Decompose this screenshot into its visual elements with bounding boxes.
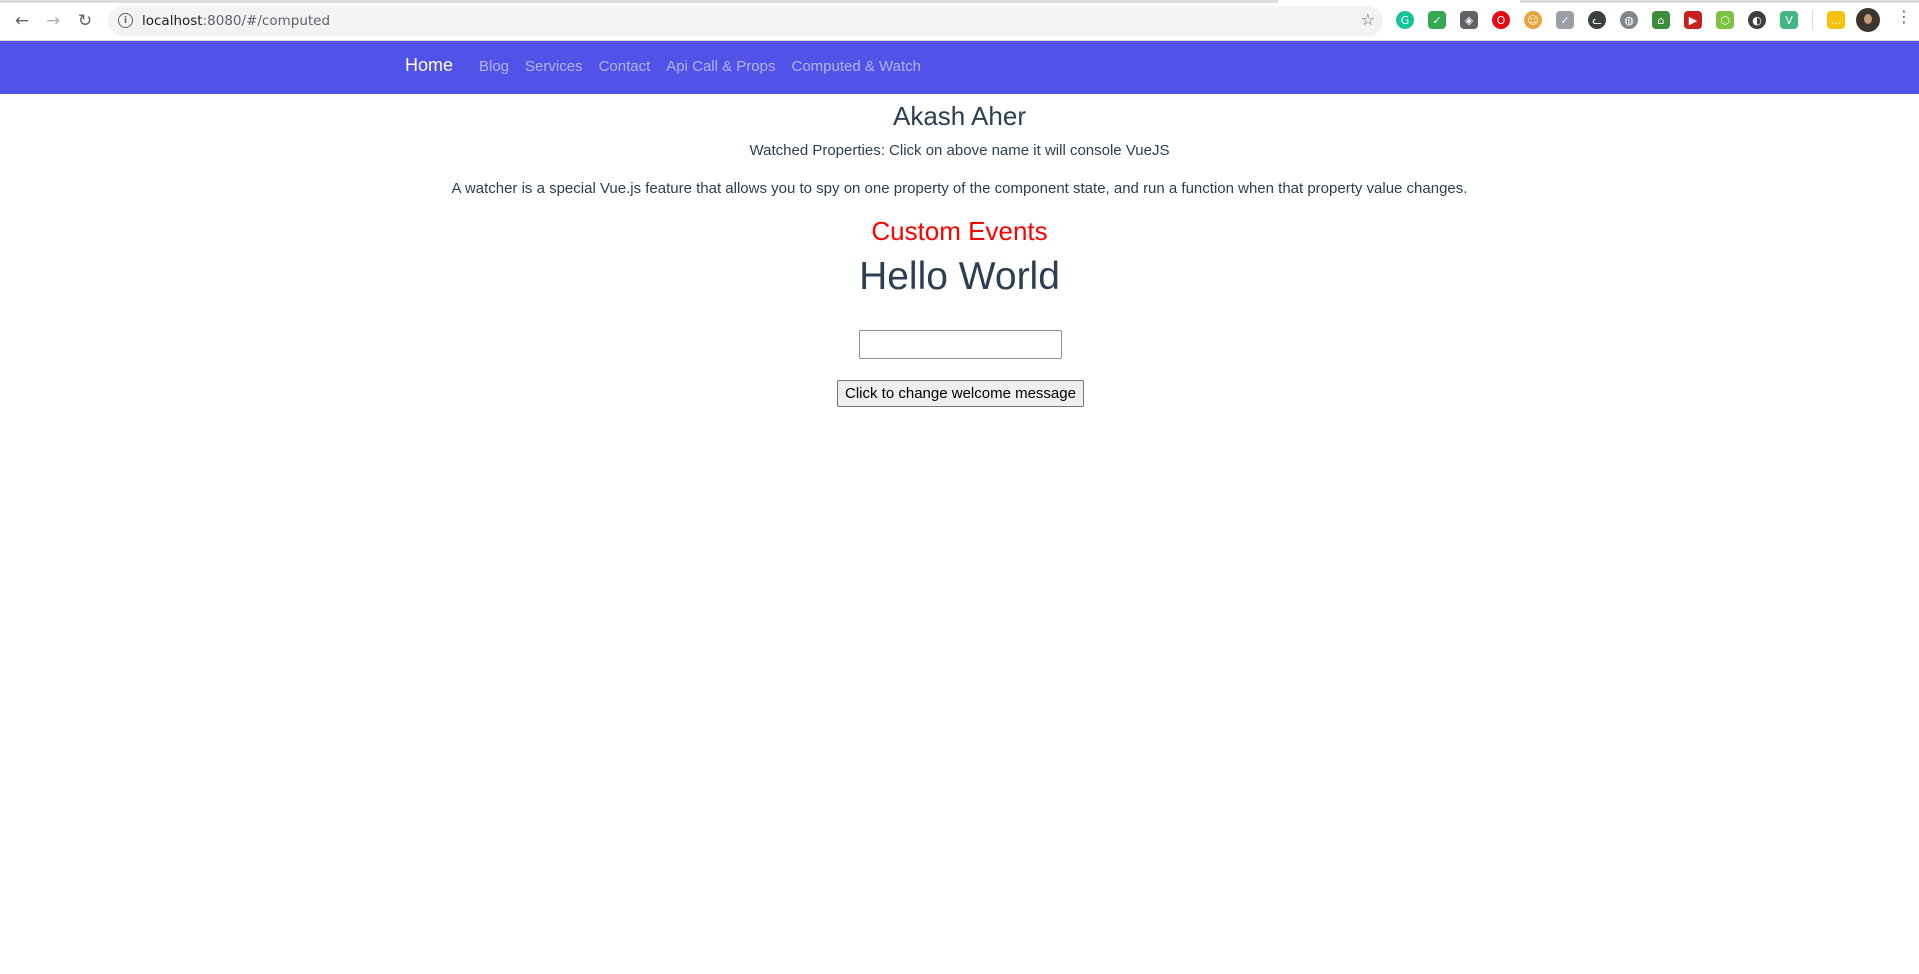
url-path: :8080/#/computed [202, 13, 331, 29]
info-icon[interactable]: i [118, 13, 133, 28]
back-icon[interactable]: ← [9, 8, 35, 34]
chat-icon[interactable]: … [1827, 11, 1845, 29]
watcher-description: A watcher is a special Vue.js feature th… [451, 180, 1468, 197]
check-icon[interactable]: ✓ [1556, 11, 1574, 29]
message-input[interactable] [859, 330, 1062, 359]
globe-icon[interactable]: ◍ [1620, 11, 1638, 29]
emoji-icon[interactable]: ☺ [1524, 11, 1542, 29]
browser-toolbar: ← → ↻ i localhost:8080/#/computed ☆ G ✓ ◈ O… [0, 0, 1919, 41]
nav-links: Blog Services Contact Api Call & Props C… [479, 58, 921, 75]
grammarly-icon[interactable]: G [1396, 11, 1414, 29]
bookmark-star-icon[interactable]: ☆ [1361, 10, 1375, 29]
app-navbar: Home Blog Services Contact Api Call & Pr… [0, 41, 1919, 94]
nav-link-api-call-props[interactable]: Api Call & Props [666, 58, 775, 75]
opera-icon[interactable]: O [1492, 11, 1510, 29]
reload-icon[interactable]: ↻ [72, 8, 98, 34]
profile-avatar[interactable] [1856, 8, 1880, 32]
watched-properties-text: Watched Properties: Click on above name … [749, 142, 1170, 159]
url-host: localhost [142, 13, 203, 29]
change-welcome-button[interactable]: Click to change welcome message [837, 380, 1084, 407]
extensions-separator [1812, 10, 1813, 30]
url-text[interactable]: localhost:8080/#/computed [142, 13, 330, 29]
forward-icon[interactable]: → [40, 8, 66, 34]
save-icon[interactable]: ✓ [1428, 11, 1446, 29]
tag-icon[interactable]: ⌂ [1652, 11, 1670, 29]
tab-strip-edge-right [1520, 0, 1919, 3]
custom-events-heading: Custom Events [871, 216, 1048, 246]
address-bar[interactable]: i localhost:8080/#/computed ☆ [108, 6, 1383, 36]
browser-menu-icon[interactable]: ⋮ [1896, 9, 1912, 25]
name-heading[interactable]: Akash Aher [0, 101, 1919, 131]
nav-link-blog[interactable]: Blog [479, 58, 509, 75]
node-icon[interactable]: ⬡ [1716, 11, 1734, 29]
cat-icon[interactable]: ᓚ [1588, 11, 1606, 29]
nav-link-computed-watch[interactable]: Computed & Watch [791, 58, 921, 75]
shield-icon[interactable]: ◈ [1460, 11, 1478, 29]
tab-strip-edge [0, 0, 1278, 3]
vue-icon[interactable]: V [1780, 11, 1798, 29]
nav-link-contact[interactable]: Contact [599, 58, 651, 75]
nav-link-services[interactable]: Services [525, 58, 583, 75]
nav-home-link[interactable]: Home [405, 55, 453, 76]
extensions-bar: G ✓ ◈ O ☺ ✓ ᓚ ◍ ⌂ ▶ ⬡ ◐ V … [1396, 10, 1845, 30]
welcome-message: Hello World [859, 255, 1060, 298]
moon-icon[interactable]: ◐ [1748, 11, 1766, 29]
play-icon[interactable]: ▶ [1684, 11, 1702, 29]
